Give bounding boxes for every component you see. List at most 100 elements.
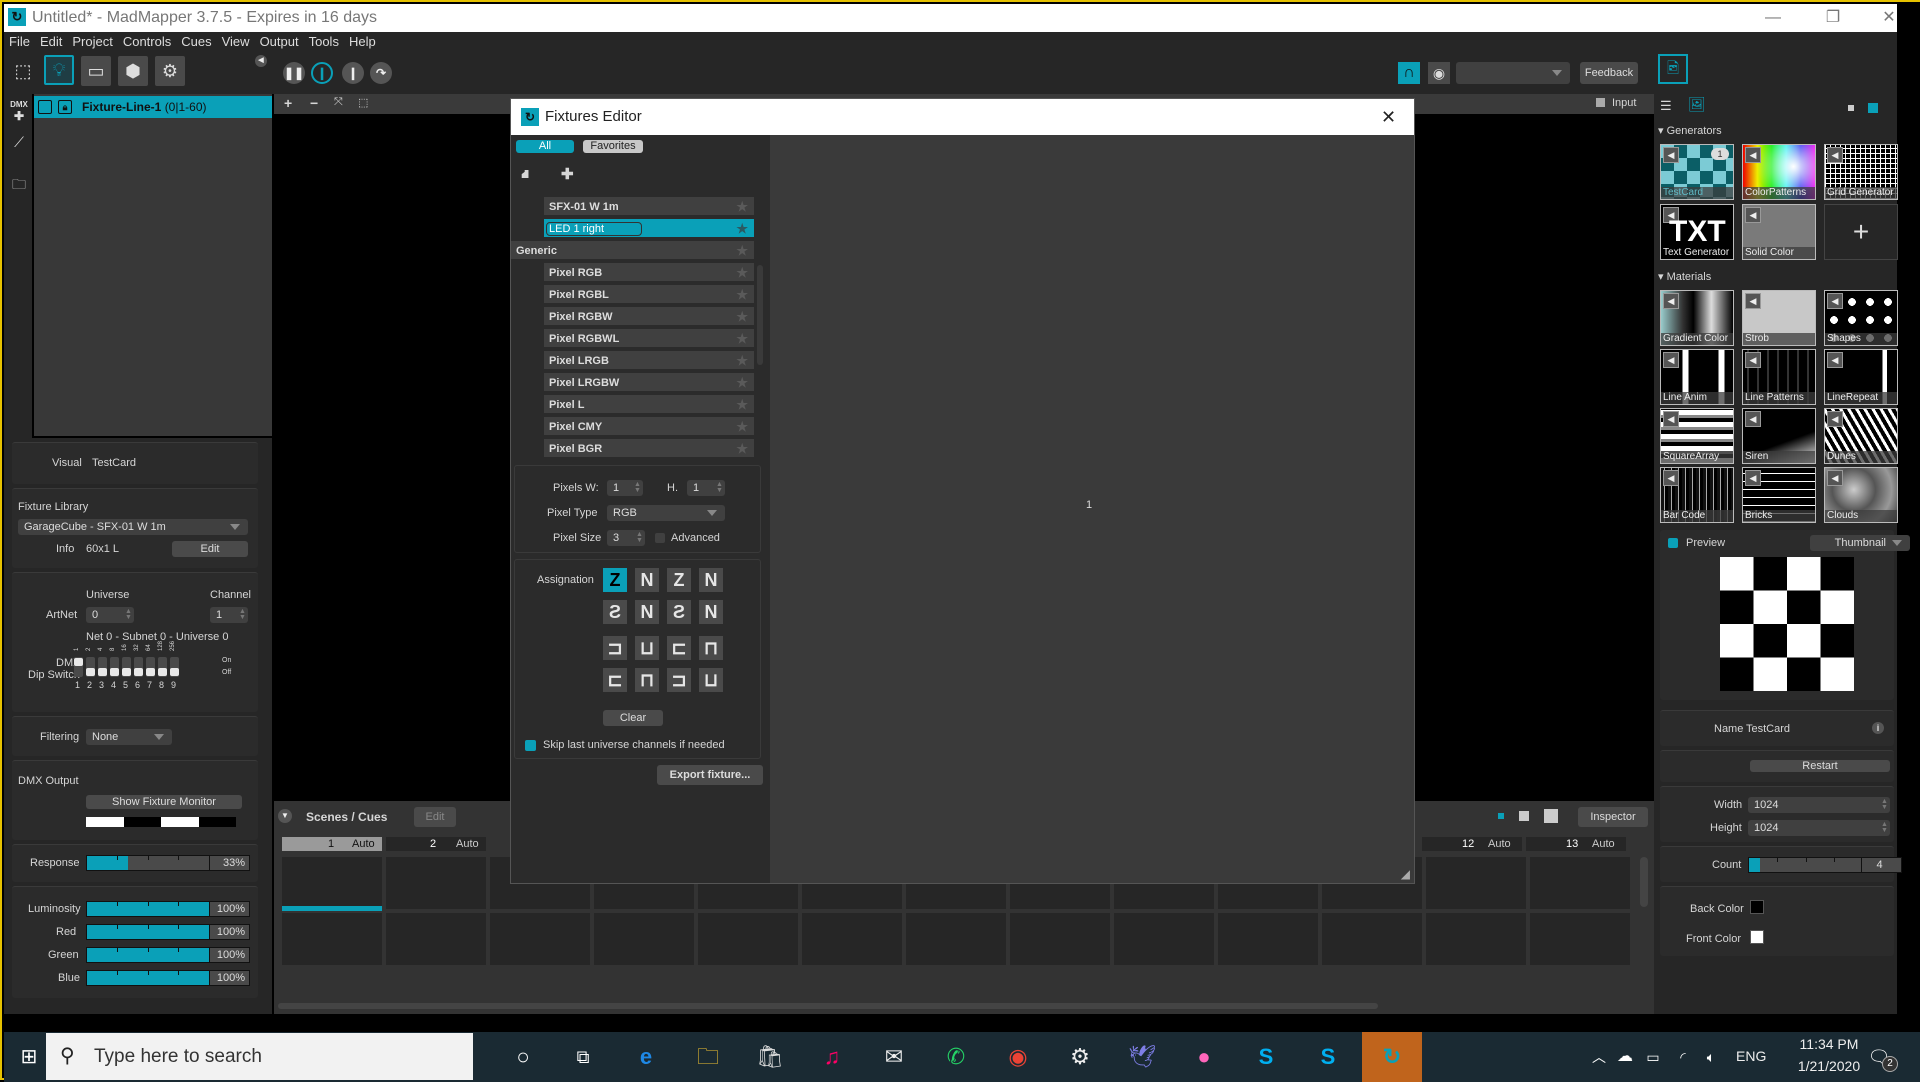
language-indicator[interactable]: ENG bbox=[1736, 1048, 1766, 1064]
fixture-list-item[interactable]: Pixel BGR ★ bbox=[544, 439, 754, 459]
add-fixture-line-button[interactable]: ⟋ bbox=[8, 134, 30, 151]
pixels-h-spinbox[interactable]: 1 ▲ ▼ bbox=[687, 480, 725, 496]
inspector-button[interactable]: Inspector bbox=[1578, 807, 1648, 827]
assign-snake-left-b-icon[interactable]: ⊐ bbox=[667, 668, 691, 692]
medium-view-toggle[interactable] bbox=[1519, 811, 1529, 821]
collapse-scenes-button[interactable]: ▼ bbox=[278, 809, 292, 823]
layer-row[interactable]: 🔒︎ Fixture-Line-1 (0|1-60) bbox=[34, 96, 272, 118]
cue-slot[interactable] bbox=[490, 913, 590, 965]
assign-z-left-icon[interactable]: Z bbox=[667, 568, 691, 592]
cue-slot[interactable] bbox=[1114, 913, 1214, 965]
close-window-button[interactable]: ✕ bbox=[1866, 4, 1912, 32]
generator-text[interactable]: ◀ TXT Text Generator bbox=[1660, 204, 1734, 260]
material-bar-code[interactable]: ◀ Bar Code bbox=[1660, 467, 1734, 523]
fixture-preview-pane[interactable]: 1 ◢ bbox=[770, 135, 1414, 883]
assign-snake-down-icon[interactable]: ⊓ bbox=[699, 636, 723, 660]
menu-controls[interactable]: Controls bbox=[118, 32, 176, 52]
menu-view[interactable]: View bbox=[217, 32, 255, 52]
windows-start-icon[interactable]: ⊞ bbox=[14, 1042, 44, 1072]
favorite-star-icon[interactable]: ★ bbox=[736, 243, 748, 259]
preview-mode-select[interactable]: Thumbnail bbox=[1810, 535, 1910, 551]
modules-mode-button[interactable]: ⬢ bbox=[118, 56, 148, 86]
mail-icon[interactable]: ✉ bbox=[879, 1042, 909, 1072]
fit-view-icon[interactable]: ⤧ bbox=[334, 96, 343, 109]
taskbar-search-box[interactable]: ⚲ Type here to search bbox=[46, 1033, 473, 1080]
menu-tools[interactable]: Tools bbox=[304, 32, 344, 52]
tab-all[interactable]: All bbox=[516, 140, 574, 153]
info-icon[interactable]: i bbox=[1872, 722, 1884, 734]
favorite-star-icon[interactable]: ★ bbox=[736, 375, 748, 391]
wifi-icon[interactable]: ◜ bbox=[1668, 1042, 1698, 1072]
scenes-scrollbar[interactable] bbox=[1640, 857, 1648, 907]
zoom-in-icon[interactable]: + bbox=[284, 95, 292, 111]
fixture-rename-row[interactable]: LED 1 right ★ bbox=[544, 219, 754, 239]
fixture-group-row[interactable]: Generic ★ bbox=[511, 241, 754, 261]
favorite-star-icon[interactable]: ★ bbox=[736, 331, 748, 347]
cue-slot[interactable] bbox=[698, 913, 798, 965]
skype-icon[interactable]: S bbox=[1251, 1042, 1281, 1072]
assign-s-left-icon[interactable]: S bbox=[603, 600, 627, 624]
collapse-left-button[interactable]: ◀ bbox=[255, 55, 267, 67]
assign-s-right-icon[interactable]: S bbox=[667, 600, 691, 624]
scenes-horizontal-scrollbar[interactable] bbox=[278, 1003, 1378, 1009]
material-dunes[interactable]: ◀ Dunes bbox=[1824, 408, 1898, 464]
zoom-out-icon[interactable]: − bbox=[310, 95, 318, 111]
skip-channels-checkbox[interactable] bbox=[525, 740, 536, 751]
cue-slot[interactable] bbox=[1530, 857, 1630, 909]
cue-slot[interactable] bbox=[906, 913, 1006, 965]
material-line-patterns[interactable]: ◀ Line Patterns bbox=[1742, 349, 1816, 405]
menu-project[interactable]: Project bbox=[67, 32, 117, 52]
minimize-button[interactable]: — bbox=[1750, 4, 1796, 32]
add-generator-button[interactable]: + bbox=[1824, 204, 1898, 260]
close-dialog-button[interactable]: ✕ bbox=[1381, 99, 1396, 135]
fixture-list-item[interactable]: Pixel LRGBW ★ bbox=[544, 373, 754, 393]
store-icon[interactable]: 🛍︎ bbox=[755, 1042, 785, 1072]
menu-edit[interactable]: Edit bbox=[35, 32, 67, 52]
dip-switch[interactable] bbox=[98, 657, 107, 677]
material-line-anim[interactable]: ◀ Line Anim bbox=[1660, 349, 1734, 405]
add-fixture-icon[interactable]: ✚ bbox=[561, 165, 574, 183]
fixture-library-select[interactable]: GarageCube - SFX-01 W 1m bbox=[18, 519, 248, 535]
visibility-button[interactable]: ◉ bbox=[1428, 62, 1450, 84]
cue-13-header[interactable]: 13 Auto bbox=[1526, 837, 1626, 851]
add-folder-button[interactable]: 🗀︎ bbox=[8, 174, 30, 198]
pig-app-icon[interactable]: ● bbox=[1189, 1042, 1219, 1072]
projector-mode-button[interactable]: ▭ bbox=[81, 56, 111, 86]
dove-app-icon[interactable]: 🕊︎ bbox=[1127, 1042, 1157, 1072]
file-explorer-icon[interactable]: 🗀︎ bbox=[693, 1042, 723, 1072]
fixture-list-item[interactable]: Pixel L ★ bbox=[544, 395, 754, 415]
resize-grip-icon[interactable]: ◢ bbox=[1401, 867, 1410, 881]
cue-slot[interactable] bbox=[1426, 857, 1526, 909]
universe-spinbox[interactable]: 0 ▲ ▼ bbox=[86, 607, 134, 623]
itunes-icon[interactable]: ♫ bbox=[817, 1042, 847, 1072]
material-shapes[interactable]: ◀ Shapes bbox=[1824, 290, 1898, 346]
cue-slot[interactable] bbox=[1218, 913, 1318, 965]
assign-n-up-rev-icon[interactable]: N bbox=[635, 600, 659, 624]
material-gradient-color[interactable]: ◀ Gradient Color bbox=[1660, 290, 1734, 346]
material-strob[interactable]: ◀ Strob bbox=[1742, 290, 1816, 346]
cue-slot[interactable] bbox=[1426, 913, 1526, 965]
favorite-star-icon[interactable]: ★ bbox=[736, 397, 748, 413]
dip-switch[interactable] bbox=[134, 657, 143, 677]
tab-favorites[interactable]: Favorites bbox=[583, 140, 643, 153]
clock-date[interactable]: 1/21/2020 bbox=[1784, 1058, 1874, 1074]
favorite-star-icon[interactable]: ★ bbox=[736, 221, 748, 237]
small-thumbs-toggle[interactable] bbox=[1848, 105, 1854, 111]
fixture-list-item[interactable]: Pixel RGB ★ bbox=[544, 263, 754, 283]
list-view-icon[interactable]: ☰ bbox=[1660, 98, 1672, 114]
advanced-checkbox[interactable] bbox=[655, 533, 665, 543]
battery-icon[interactable]: ▭ bbox=[1638, 1042, 1668, 1072]
fixture-list-item[interactable]: Pixel CMY ★ bbox=[544, 417, 754, 437]
material-squarearray[interactable]: ◀ SquareArray bbox=[1660, 408, 1734, 464]
green-slider[interactable]: 100% bbox=[86, 947, 250, 963]
cue-2-header[interactable]: 2 Auto bbox=[386, 837, 486, 851]
favorite-star-icon[interactable]: ★ bbox=[736, 353, 748, 369]
count-slider[interactable]: 4 bbox=[1748, 857, 1902, 873]
assign-n-down-rev-icon[interactable]: N bbox=[699, 600, 723, 624]
dip-switch[interactable] bbox=[146, 657, 155, 677]
dip-switch[interactable] bbox=[170, 657, 179, 677]
fixture-name-input[interactable]: LED 1 right bbox=[546, 222, 642, 236]
media-file-button[interactable]: 🖻︎ bbox=[1658, 54, 1688, 84]
cue-slot[interactable] bbox=[1010, 913, 1110, 965]
edge-browser-icon[interactable]: e bbox=[631, 1042, 661, 1072]
